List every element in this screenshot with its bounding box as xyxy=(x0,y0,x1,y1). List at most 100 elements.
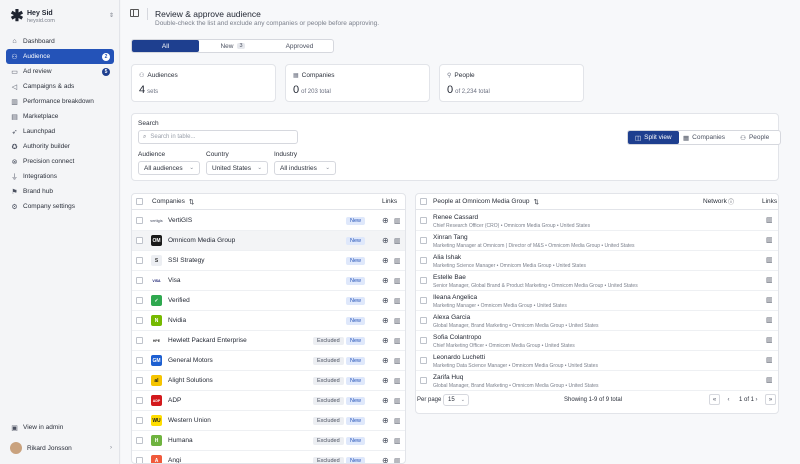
sidebar-item-brand-hub[interactable]: ⚑ Brand hub xyxy=(6,184,114,199)
linkedin-stats-icon[interactable]: ▥ xyxy=(394,297,401,305)
table-row[interactable]: VISA Visa New ⊕ ▥ xyxy=(132,271,405,291)
tab-approved[interactable]: Approved xyxy=(266,40,333,52)
sidebar-item-campaigns-ads[interactable]: ◁ Campaigns & ads xyxy=(6,79,114,94)
table-row[interactable]: Xinran Tang Marketing Manager at Omnicom … xyxy=(416,231,778,251)
table-row[interactable]: Leonardo Luchetti Marketing Data Science … xyxy=(416,351,778,371)
view-in-admin-link[interactable]: ▣ View in admin xyxy=(6,420,114,435)
table-row[interactable]: Sofia Colantropo Chief Marketing Officer … xyxy=(416,331,778,351)
row-checkbox[interactable] xyxy=(420,377,427,384)
companies-view-button[interactable]: ▦ Companies xyxy=(679,131,730,144)
first-page-button[interactable]: « xyxy=(709,394,720,405)
linkedin-stats-icon[interactable]: ▥ xyxy=(394,357,401,365)
sort-icon[interactable]: ⇅ xyxy=(189,198,194,206)
linkedin-stats-icon[interactable]: ▥ xyxy=(394,277,401,285)
table-row[interactable]: Zarifa Huq Global Manager, Brand Marketin… xyxy=(416,371,778,391)
country-select[interactable]: United States ⌄ xyxy=(206,161,268,175)
table-row[interactable]: Ileana Angelica Marketing Manager • Omnic… xyxy=(416,291,778,311)
sort-icon[interactable]: ⇅ xyxy=(533,198,538,206)
linkedin-stats-icon[interactable]: ▥ xyxy=(394,237,401,245)
workspace-switcher[interactable]: ✱ Hey Sid heysid.com ⇕ xyxy=(10,9,114,29)
row-checkbox[interactable] xyxy=(420,337,427,344)
linkedin-stats-icon[interactable]: ▥ xyxy=(394,217,401,225)
table-row[interactable]: N Nvidia New ⊕ ▥ xyxy=(132,311,405,331)
linkedin-stats-icon[interactable]: ▥ xyxy=(394,257,401,265)
globe-icon[interactable]: ⊕ xyxy=(382,416,389,425)
linkedin-stats-icon[interactable]: ▥ xyxy=(766,216,773,224)
search-input[interactable]: ⌕ Search in table... xyxy=(138,130,298,144)
globe-icon[interactable]: ⊕ xyxy=(382,316,389,325)
sidebar-item-dashboard[interactable]: ⌂ Dashboard xyxy=(6,34,114,49)
audience-select[interactable]: All audiences ⌄ xyxy=(138,161,200,175)
table-row[interactable]: HPE Hewlett Packard Enterprise Excluded New… xyxy=(132,331,405,351)
select-all-people-checkbox[interactable] xyxy=(420,198,427,205)
globe-icon[interactable]: ⊕ xyxy=(382,296,389,305)
sidebar-item-precision-connect[interactable]: ⊗ Precision connect xyxy=(6,154,114,169)
row-checkbox[interactable] xyxy=(420,217,427,224)
linkedin-stats-icon[interactable]: ▥ xyxy=(766,316,773,324)
sidebar-item-audience[interactable]: ⚇ Audience 2 xyxy=(6,49,114,64)
sidebar-item-marketplace[interactable]: ▤ Marketplace xyxy=(6,109,114,124)
linkedin-stats-icon[interactable]: ▥ xyxy=(394,417,401,425)
row-checkbox[interactable] xyxy=(136,337,143,344)
per-page-select[interactable]: 15 ⌄ xyxy=(443,394,469,406)
prev-page-button[interactable]: ‹ xyxy=(723,394,734,405)
linkedin-stats-icon[interactable]: ▥ xyxy=(766,296,773,304)
linkedin-stats-icon[interactable]: ▥ xyxy=(394,377,401,385)
row-checkbox[interactable] xyxy=(420,357,427,364)
table-row[interactable]: Renee Cassard Chief Research Officer (CRO… xyxy=(416,211,778,231)
row-checkbox[interactable] xyxy=(420,277,427,284)
linkedin-stats-icon[interactable]: ▥ xyxy=(394,397,401,405)
globe-icon[interactable]: ⊕ xyxy=(382,216,389,225)
globe-icon[interactable]: ⊕ xyxy=(382,436,389,445)
sidebar-item-ad-review[interactable]: ▭ Ad review 5 xyxy=(6,64,114,79)
row-checkbox[interactable] xyxy=(136,437,143,444)
industry-select[interactable]: All industries ⌄ xyxy=(274,161,336,175)
linkedin-stats-icon[interactable]: ▥ xyxy=(766,336,773,344)
row-checkbox[interactable] xyxy=(136,217,143,224)
sidebar-item-launchpad[interactable]: ➶ Launchpad xyxy=(6,124,114,139)
table-row[interactable]: al Alight Solutions Excluded New ⊕ ▥ xyxy=(132,371,405,391)
table-row[interactable]: S SSI Strategy New ⊕ ▥ xyxy=(132,251,405,271)
table-row[interactable]: OM Omnicom Media Group New ⊕ ▥ xyxy=(132,231,405,251)
table-row[interactable]: WU Western Union Excluded New ⊕ ▥ xyxy=(132,411,405,431)
row-checkbox[interactable] xyxy=(420,317,427,324)
row-checkbox[interactable] xyxy=(136,377,143,384)
table-row[interactable]: ADP ADP Excluded New ⊕ ▥ xyxy=(132,391,405,411)
user-menu[interactable]: Rikard Jonsson › xyxy=(10,441,112,455)
linkedin-stats-icon[interactable]: ▥ xyxy=(766,376,773,384)
split-view-button[interactable]: ◫ Split view xyxy=(628,131,679,144)
row-checkbox[interactable] xyxy=(136,257,143,264)
globe-icon[interactable]: ⊕ xyxy=(382,256,389,265)
table-row[interactable]: GM General Motors Excluded New ⊕ ▥ xyxy=(132,351,405,371)
tab-new[interactable]: New 3 xyxy=(199,40,266,52)
row-checkbox[interactable] xyxy=(136,457,143,463)
row-checkbox[interactable] xyxy=(420,257,427,264)
row-checkbox[interactable] xyxy=(136,397,143,404)
row-checkbox[interactable] xyxy=(136,297,143,304)
sidebar-toggle-icon[interactable] xyxy=(130,9,139,17)
row-checkbox[interactable] xyxy=(136,317,143,324)
globe-icon[interactable]: ⊕ xyxy=(382,276,389,285)
globe-icon[interactable]: ⊕ xyxy=(382,396,389,405)
linkedin-stats-icon[interactable]: ▥ xyxy=(766,236,773,244)
last-page-button[interactable]: » xyxy=(765,394,776,405)
sidebar-item-company-settings[interactable]: ⚙ Company settings xyxy=(6,199,114,214)
globe-icon[interactable]: ⊕ xyxy=(382,376,389,385)
table-row[interactable]: A Angi Excluded New ⊕ ▥ xyxy=(132,451,405,463)
people-view-button[interactable]: ⚇ People xyxy=(729,131,780,144)
linkedin-stats-icon[interactable]: ▥ xyxy=(394,457,401,463)
row-checkbox[interactable] xyxy=(420,237,427,244)
table-row[interactable]: ✓ Verified New ⊕ ▥ xyxy=(132,291,405,311)
linkedin-stats-icon[interactable]: ▥ xyxy=(766,276,773,284)
table-row[interactable]: Alexa Garcia Global Manager, Brand Market… xyxy=(416,311,778,331)
sidebar-item-performance-breakdown[interactable]: ▥ Performance breakdown xyxy=(6,94,114,109)
select-all-companies-checkbox[interactable] xyxy=(136,198,143,205)
linkedin-stats-icon[interactable]: ▥ xyxy=(766,256,773,264)
table-row[interactable]: Estelle Bae Senior Manager, Global Brand … xyxy=(416,271,778,291)
globe-icon[interactable]: ⊕ xyxy=(382,336,389,345)
linkedin-stats-icon[interactable]: ▥ xyxy=(394,337,401,345)
table-row[interactable]: vertigis VertiGIS New ⊕ ▥ xyxy=(132,211,405,231)
linkedin-stats-icon[interactable]: ▥ xyxy=(394,317,401,325)
row-checkbox[interactable] xyxy=(136,237,143,244)
globe-icon[interactable]: ⊕ xyxy=(382,356,389,365)
